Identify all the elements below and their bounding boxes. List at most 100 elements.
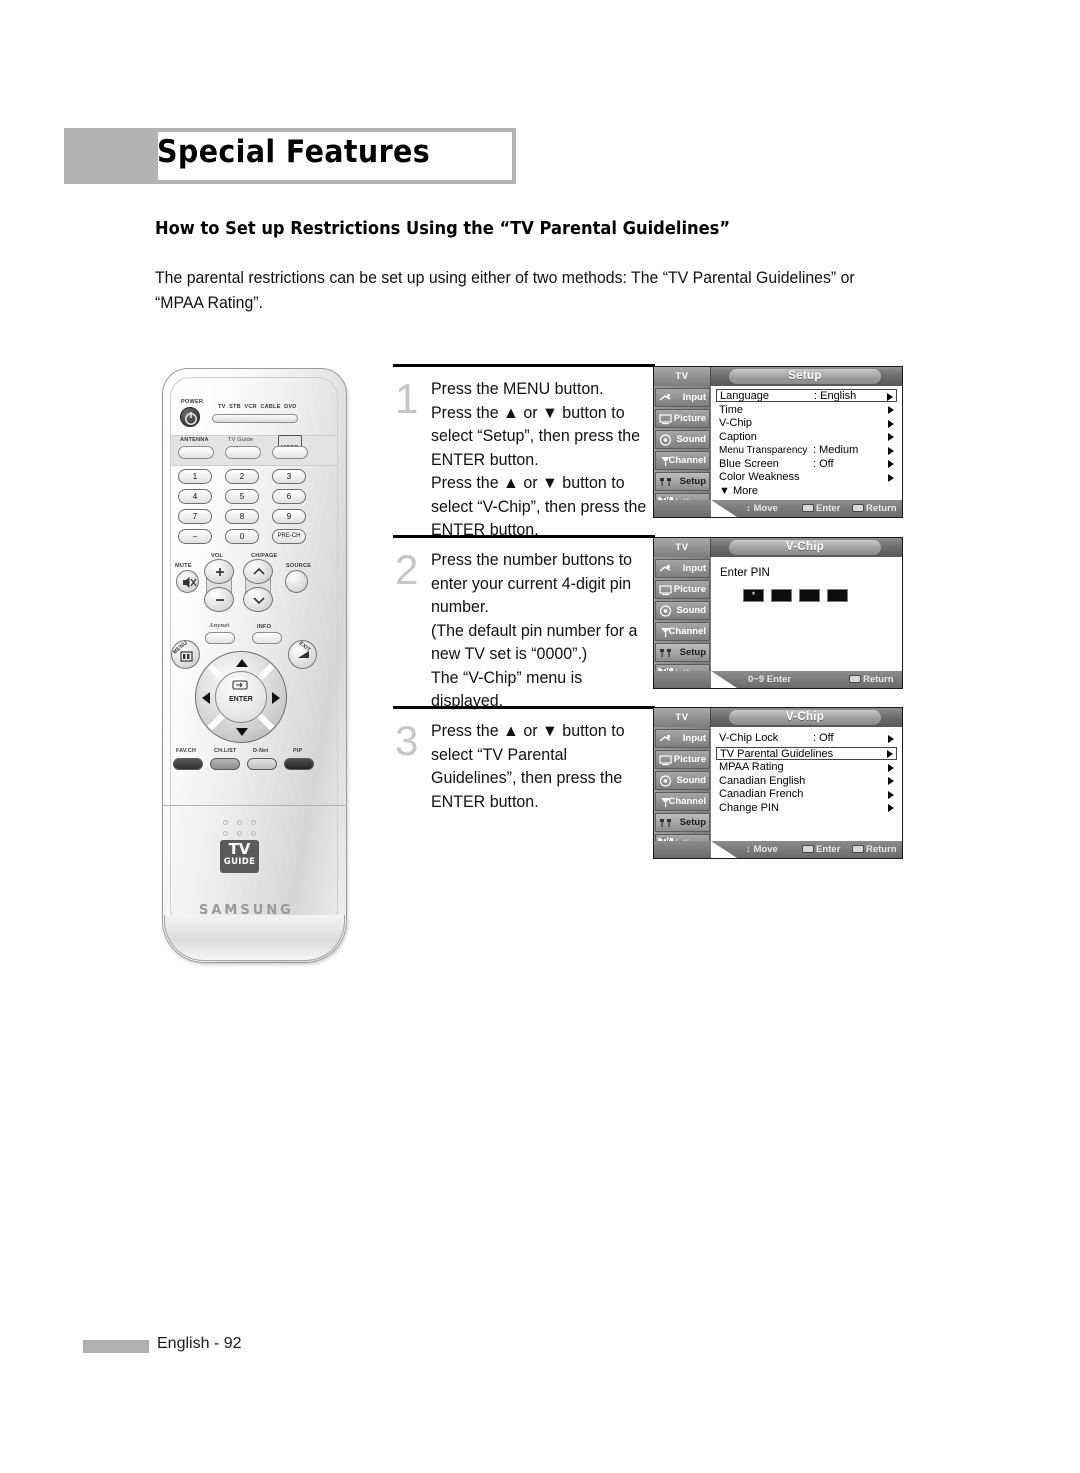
sidebar-label: Input	[682, 733, 706, 744]
step-block-3: 3 Press the ▲ or ▼ button to select “TV …	[393, 706, 655, 826]
osd-content: Language : English Time V-Chip Caption M…	[711, 386, 902, 500]
dpad-down-icon[interactable]	[236, 728, 248, 736]
number-button-7[interactable]: 7	[178, 509, 212, 524]
osd-vchip-pin-menu[interactable]: TV V-Chip Input Picture Sound Channel Se…	[653, 537, 903, 689]
footer-page-label: English - 92	[157, 1335, 242, 1352]
osd-setup-menu[interactable]: TV Setup Input Picture Sound Channel Set…	[653, 366, 903, 518]
pin-box-1[interactable]: *	[743, 589, 764, 602]
sidebar-item-picture[interactable]: Picture	[655, 409, 710, 428]
row-label: Caption	[719, 430, 757, 443]
sidebar-label: Picture	[673, 754, 706, 765]
number-button-6[interactable]: 6	[272, 489, 306, 504]
sidebar-item-channel[interactable]: Channel	[655, 451, 710, 470]
d-net-label: D-Net	[253, 748, 269, 754]
footer-return: Return	[849, 671, 894, 688]
osd-content: Enter PIN *	[711, 557, 902, 671]
mode-label-stb: STB	[229, 404, 241, 410]
source-label: SOURCE	[286, 563, 312, 569]
sidebar-item-channel[interactable]: Channel	[655, 792, 710, 811]
sidebar-label: Input	[682, 392, 706, 403]
dpad-left-icon[interactable]	[202, 692, 210, 704]
mode-label-dvd: DVD	[284, 404, 297, 410]
sidebar-item-picture[interactable]: Picture	[655, 580, 710, 599]
mode-button[interactable]	[272, 446, 308, 459]
ir-dot	[251, 831, 256, 836]
sidebar-item-channel[interactable]: Channel	[655, 622, 710, 641]
osd-row-menu-transparency[interactable]: Menu Transparency : Medium	[716, 444, 897, 457]
intro-paragraph: The parental restrictions can be set up …	[155, 269, 855, 312]
channel-up-button[interactable]	[243, 559, 273, 584]
osd-row-color-weakness[interactable]: Color Weakness	[716, 471, 897, 484]
sidebar-item-sound[interactable]: Sound	[655, 430, 710, 449]
sidebar-item-input[interactable]: Input	[655, 729, 710, 748]
info-button[interactable]	[252, 632, 282, 644]
sidebar-item-sound[interactable]: Sound	[655, 771, 710, 790]
number-button-5[interactable]: 5	[225, 489, 259, 504]
osd-row-vchip-lock[interactable]: V-Chip Lock : Off	[716, 732, 897, 745]
d-net-button[interactable]	[247, 758, 277, 770]
power-icon	[185, 412, 197, 425]
number-button-9[interactable]: 9	[272, 509, 306, 524]
number-button-3[interactable]: 3	[272, 469, 306, 484]
ir-dot	[223, 820, 228, 825]
tv-guide-button[interactable]	[225, 446, 261, 459]
sidebar-label: Input	[682, 563, 706, 574]
osd-row-blue-screen[interactable]: Blue Screen : Off	[716, 458, 897, 471]
osd-row-canadian-french[interactable]: Canadian French	[716, 788, 897, 801]
osd-row-mpaa-rating[interactable]: MPAA Rating	[716, 761, 897, 774]
osd-more-indicator[interactable]: ▼ More	[719, 485, 758, 497]
number-button-4[interactable]: 4	[178, 489, 212, 504]
pip-button[interactable]	[284, 758, 314, 770]
osd-row-canadian-english[interactable]: Canadian English	[716, 775, 897, 788]
footer-label: Enter	[816, 844, 841, 855]
volume-down-button[interactable]	[204, 587, 234, 612]
sidebar-item-input[interactable]: Input	[655, 559, 710, 578]
chevron-up-icon	[253, 567, 265, 575]
pin-box-4[interactable]	[827, 589, 848, 602]
power-button[interactable]	[180, 407, 200, 427]
osd-row-v-chip[interactable]: V-Chip	[716, 417, 897, 430]
dpad-right-icon[interactable]	[272, 692, 280, 704]
osd-row-caption[interactable]: Caption	[716, 431, 897, 444]
sidebar-label: Sound	[676, 775, 706, 786]
osd-row-change-pin[interactable]: Change PIN	[716, 802, 897, 815]
source-button[interactable]	[285, 570, 308, 593]
sidebar-label: Setup	[679, 476, 706, 487]
row-label: Language	[720, 390, 769, 402]
mode-label-vcr: VCR	[244, 404, 257, 410]
return-glyph-icon	[849, 675, 861, 683]
footer-notch	[711, 500, 737, 517]
sidebar-item-picture[interactable]: Picture	[655, 750, 710, 769]
osd-vchip-options-menu[interactable]: TV V-Chip Input Picture Sound Channel Se…	[653, 707, 903, 859]
fav-ch-button[interactable]	[173, 758, 203, 770]
pin-box-2[interactable]	[771, 589, 792, 602]
dash-button[interactable]: –	[178, 529, 212, 544]
footer-gray-bar	[83, 1340, 149, 1353]
volume-up-button[interactable]	[204, 559, 234, 584]
step-number-1: 1	[395, 375, 419, 422]
device-mode-strip[interactable]	[212, 414, 298, 423]
pre-ch-button[interactable]: PRE-CH	[272, 529, 306, 544]
number-button-1[interactable]: 1	[178, 469, 212, 484]
number-button-0[interactable]: 0	[225, 529, 259, 544]
row-label: Change PIN	[719, 801, 779, 814]
channel-down-button[interactable]	[243, 587, 273, 612]
osd-title: V-Chip	[729, 540, 881, 555]
sidebar-item-setup[interactable]: Setup	[655, 813, 710, 832]
sidebar-item-setup[interactable]: Setup	[655, 472, 710, 491]
sidebar-item-sound[interactable]: Sound	[655, 601, 710, 620]
sidebar-item-input[interactable]: Input	[655, 388, 710, 407]
row-label: TV Parental Guidelines	[720, 747, 834, 760]
number-button-8[interactable]: 8	[225, 509, 259, 524]
osd-row-language[interactable]: Language : English	[716, 389, 897, 403]
osd-row-time[interactable]: Time	[716, 404, 897, 417]
anynet-button[interactable]	[205, 632, 235, 644]
mute-button[interactable]	[176, 570, 199, 593]
ch-list-button[interactable]	[210, 758, 240, 770]
number-button-2[interactable]: 2	[225, 469, 259, 484]
dpad-up-icon[interactable]	[236, 659, 248, 667]
osd-row-tv-parental-guidelines[interactable]: TV Parental Guidelines	[716, 746, 897, 760]
antenna-button[interactable]	[178, 446, 214, 459]
sidebar-item-setup[interactable]: Setup	[655, 643, 710, 662]
pin-box-3[interactable]	[799, 589, 820, 602]
